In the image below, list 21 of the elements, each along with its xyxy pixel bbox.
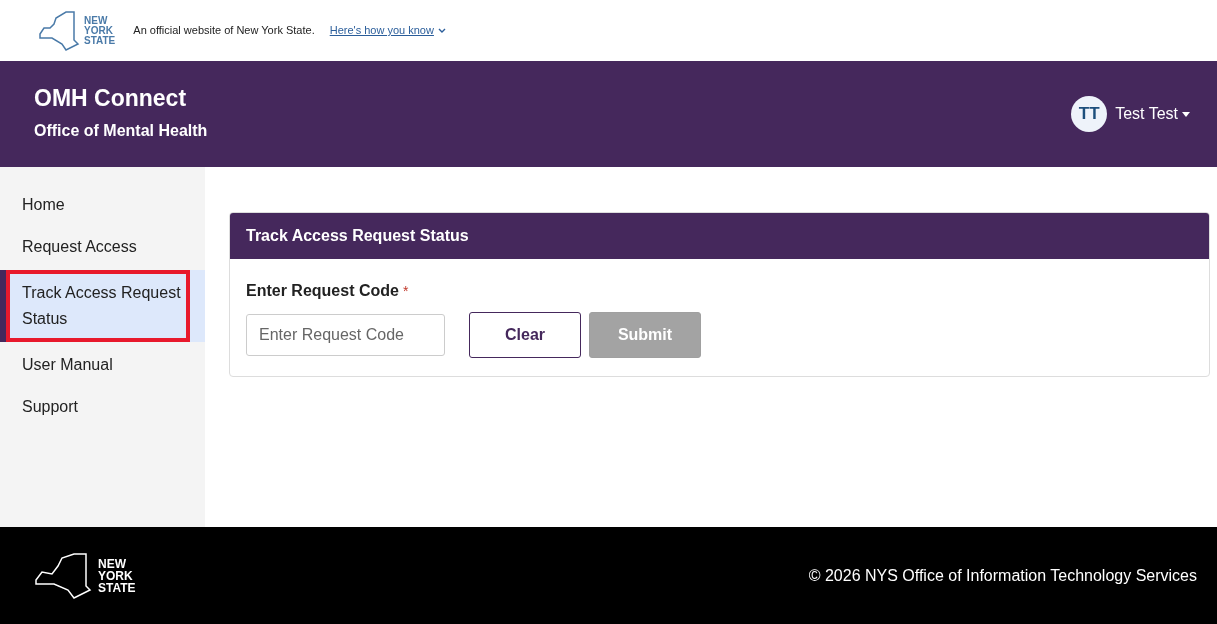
sidebar-item[interactable]: Track Access Request Status: [6, 270, 190, 342]
app-title: OMH Connect: [34, 85, 188, 111]
user-menu[interactable]: Test Test: [1115, 102, 1190, 126]
caret-down-icon: [1182, 111, 1190, 117]
sidebar-item[interactable]: Support: [6, 388, 190, 426]
required-mark: *: [402, 281, 409, 301]
nys-logo: NEW YORK STATE: [34, 551, 136, 600]
sidebar-item[interactable]: Home: [6, 186, 190, 224]
clear-button[interactable]: Clear: [469, 312, 581, 358]
copyright-text: © 2026 NYS Office of Information Technology Services: [808, 565, 1197, 586]
official-notice: An official website of New York State.: [133, 23, 315, 39]
field-label: Enter Request Code: [246, 281, 399, 301]
user-avatar: TT: [1071, 96, 1108, 132]
chevron-down-icon: [437, 27, 446, 34]
how-you-know-link[interactable]: Here's how you know: [329, 22, 446, 39]
nys-logo: NEW YORK STATE: [38, 9, 116, 52]
request-code-field[interactable]: Enter Request Code: [246, 314, 445, 356]
sidebar-item[interactable]: User Manual: [6, 346, 190, 384]
app-subtitle: Office of Mental Health: [34, 121, 208, 141]
card-title: Track Access Request Status: [246, 226, 469, 246]
sidebar-item[interactable]: Request Access: [6, 228, 190, 266]
